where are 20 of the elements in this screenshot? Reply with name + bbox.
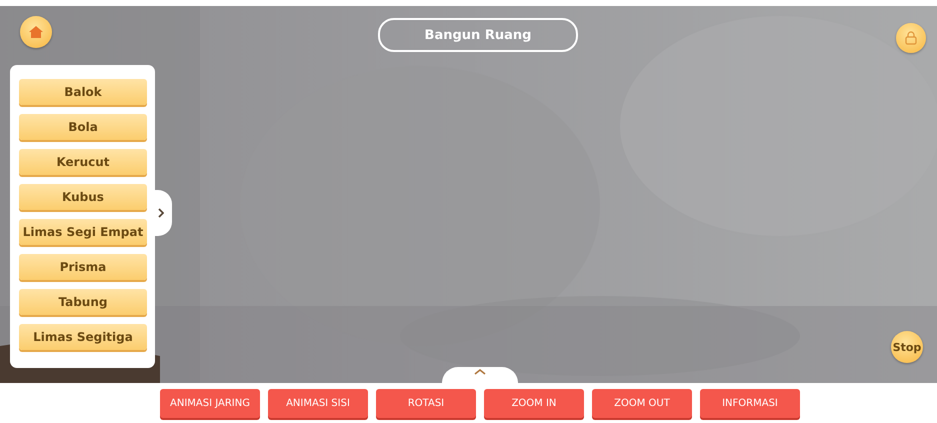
toolbar-button[interactable]: ROTASI bbox=[376, 388, 476, 418]
shape-menu-item[interactable]: Kubus bbox=[19, 184, 147, 210]
toolbar-button[interactable]: INFORMASI bbox=[700, 388, 800, 418]
lock-icon bbox=[905, 31, 917, 45]
toolbar-button[interactable]: ZOOM IN bbox=[484, 388, 584, 418]
home-icon bbox=[28, 25, 44, 39]
shape-menu-item[interactable]: Balok bbox=[19, 79, 147, 105]
toolbar-toggle-tab[interactable] bbox=[442, 367, 518, 383]
shape-menu-item[interactable]: Limas Segitiga bbox=[19, 324, 147, 350]
toolbar-button[interactable]: ANIMASI JARING bbox=[160, 388, 260, 418]
toolbar-button[interactable]: ANIMASI SISI bbox=[268, 388, 368, 418]
shape-menu-item[interactable]: Limas Segi Empat bbox=[19, 219, 147, 245]
shape-menu-item[interactable]: Tabung bbox=[19, 289, 147, 315]
chevron-icon bbox=[158, 208, 164, 218]
shape-menu-item[interactable]: Bola bbox=[19, 114, 147, 140]
shape-menu-item[interactable]: Prisma bbox=[19, 254, 147, 280]
caret-icon bbox=[474, 369, 486, 375]
shape-menu-item[interactable]: Kerucut bbox=[19, 149, 147, 175]
page-title: Bangun Ruang bbox=[378, 18, 578, 52]
toolbar-button[interactable]: ZOOM OUT bbox=[592, 388, 692, 418]
